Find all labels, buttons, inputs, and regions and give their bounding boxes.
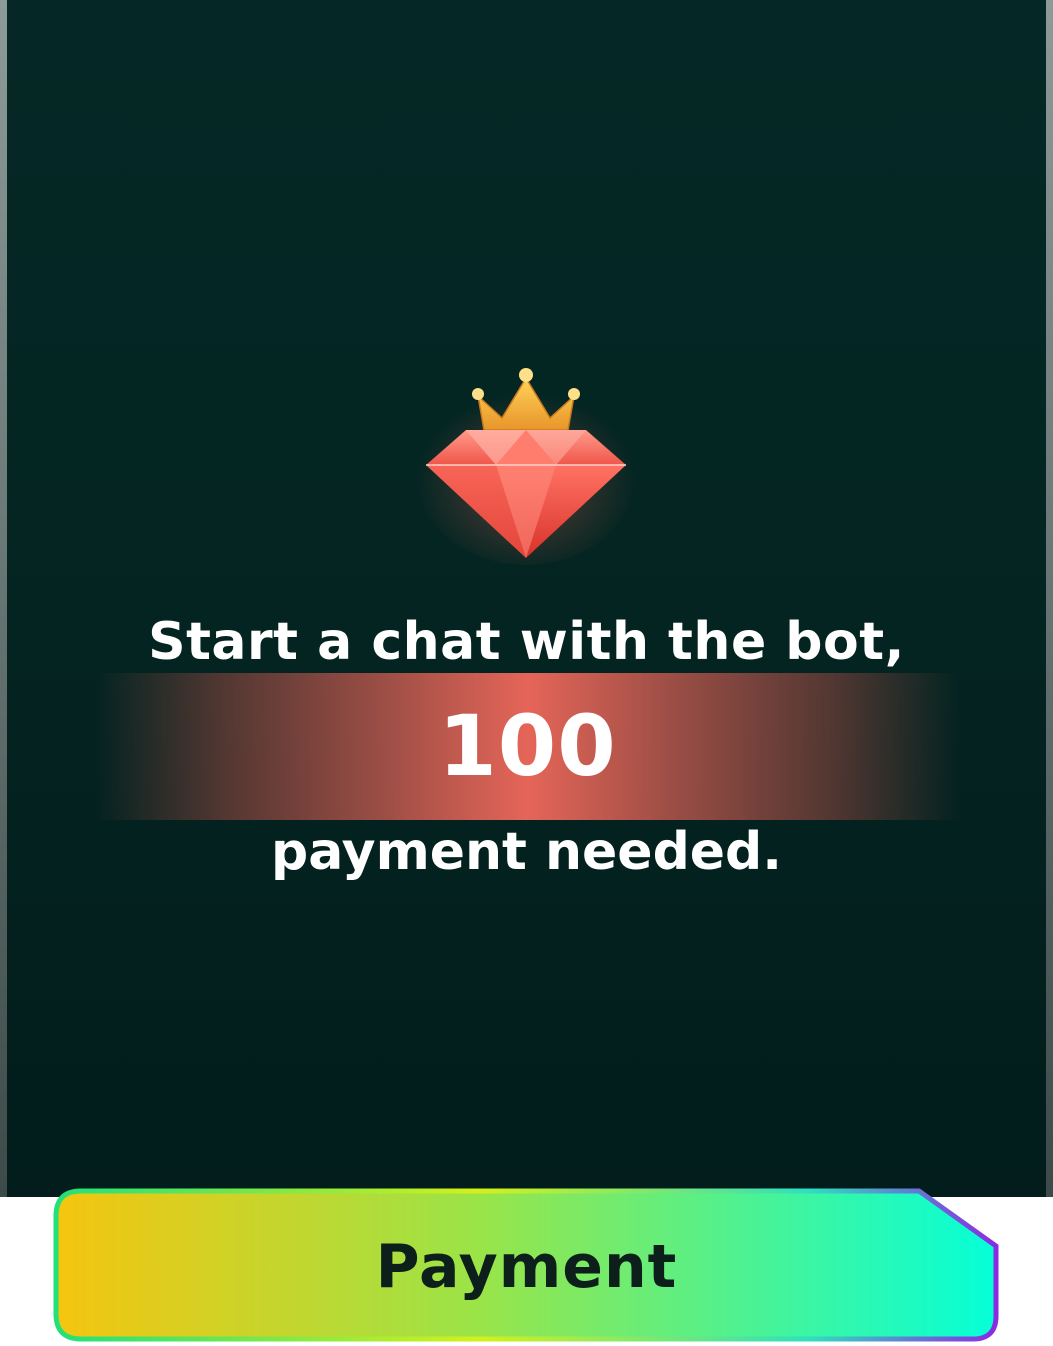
dialog-message-line1: Start a chat with the bot,: [148, 612, 905, 672]
crown-diamond-icon: [414, 360, 639, 570]
amount-highlight-band: 100: [95, 673, 960, 820]
payment-button-label: Payment: [375, 1232, 678, 1302]
payment-amount: 100: [438, 697, 617, 795]
panel-right-edge: [1046, 0, 1053, 1197]
payment-dialog-panel: Start a chat with the bot, 100 payment n…: [0, 0, 1053, 1197]
panel-left-edge: [0, 0, 7, 1197]
payment-button[interactable]: Payment: [53, 1188, 1000, 1342]
dialog-message-line2: payment needed.: [270, 822, 783, 882]
